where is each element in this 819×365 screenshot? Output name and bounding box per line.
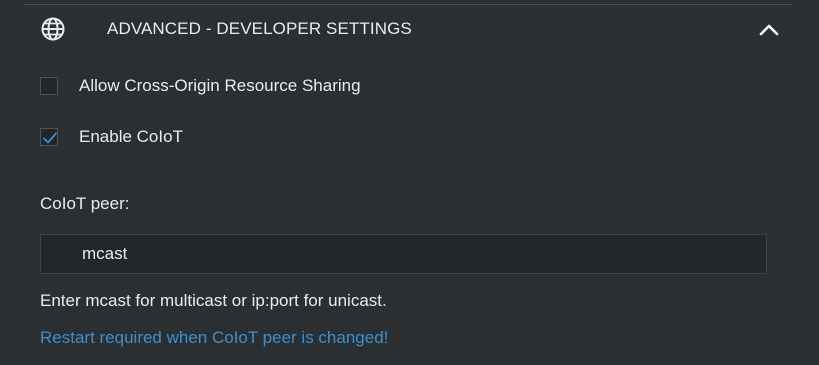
coiot-checkbox[interactable] (40, 128, 58, 146)
chevron-up-icon[interactable] (756, 17, 782, 41)
globe-icon (40, 16, 66, 42)
restart-warning: Restart required when CoIoT peer is chan… (40, 328, 389, 347)
peer-field-label: CoIoT peer: (40, 194, 130, 213)
cors-checkbox[interactable] (40, 77, 58, 95)
cors-setting-row: Allow Cross-Origin Resource Sharing (40, 74, 361, 98)
section-title: ADVANCED - DEVELOPER SETTINGS (107, 19, 412, 38)
advanced-settings-panel: ADVANCED - DEVELOPER SETTINGS Allow Cros… (0, 0, 819, 365)
cors-label[interactable]: Allow Cross-Origin Resource Sharing (79, 76, 361, 96)
coiot-label[interactable]: Enable CoIoT (79, 127, 183, 147)
checkmark-icon (43, 132, 57, 144)
peer-input[interactable] (40, 234, 767, 274)
section-header[interactable]: ADVANCED - DEVELOPER SETTINGS (0, 5, 819, 51)
coiot-setting-row: Enable CoIoT (40, 125, 183, 149)
peer-help-text: Enter mcast for multicast or ip:port for… (40, 291, 387, 310)
